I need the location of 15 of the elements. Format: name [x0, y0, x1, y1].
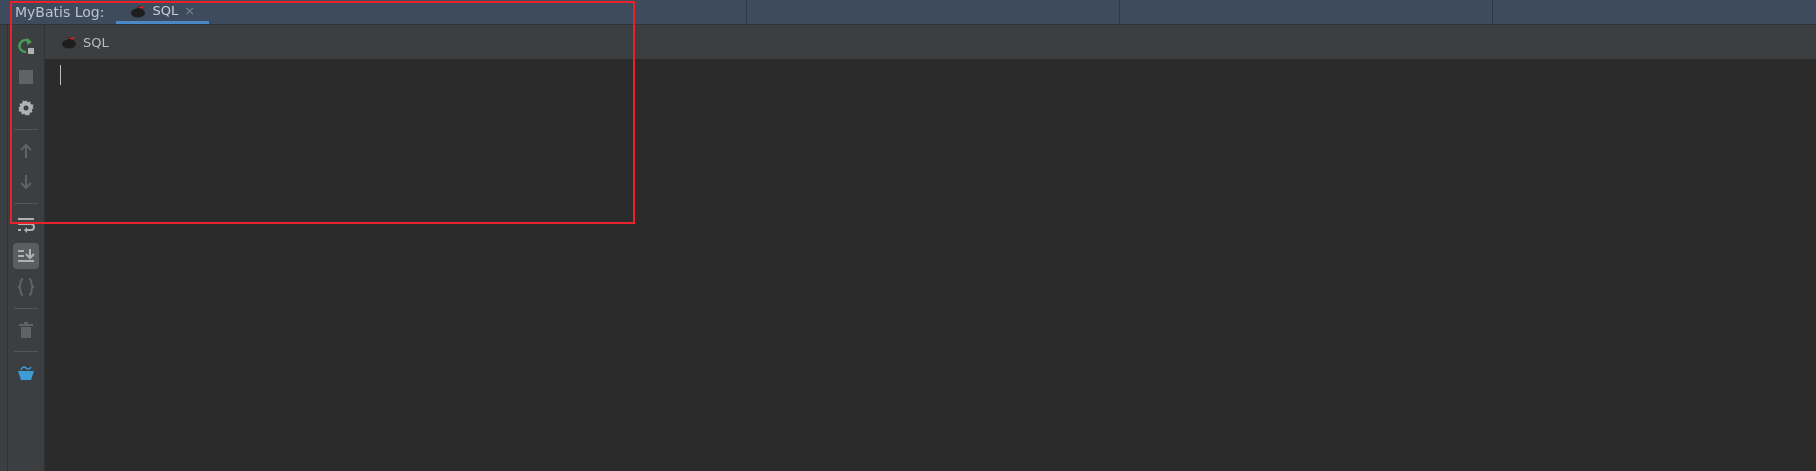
up-arrow-icon [19, 143, 33, 159]
down-arrow-icon [19, 174, 33, 190]
rerun-icon [17, 37, 35, 55]
panel-title: MyBatis Log: [15, 3, 105, 22]
bird-icon [130, 3, 147, 18]
trash-icon [19, 322, 33, 338]
scroll-to-end-icon [17, 248, 35, 264]
scroll-to-end-button[interactable] [13, 243, 39, 269]
braces-icon [17, 278, 35, 296]
settings-icon [18, 100, 34, 116]
stop-icon [19, 70, 33, 84]
bird-icon [61, 35, 77, 49]
soft-wrap-icon [17, 217, 35, 233]
cup-icon [17, 365, 35, 381]
console-title: SQL [83, 34, 109, 50]
